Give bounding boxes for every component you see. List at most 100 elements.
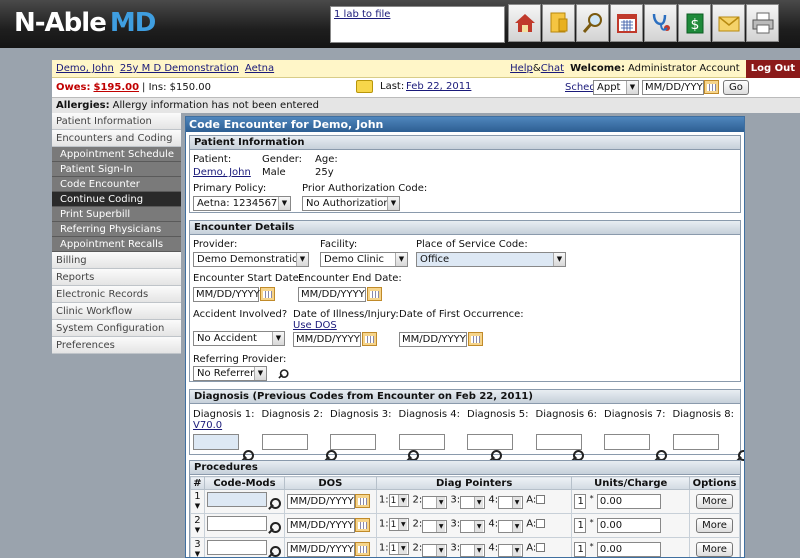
pointer-4-select[interactable]: ▼	[498, 544, 524, 557]
first-occurrence-input[interactable]: MM/DD/YYYY	[399, 332, 467, 347]
calendar-icon[interactable]	[354, 494, 370, 508]
search-icon[interactable]	[576, 4, 609, 42]
diag1-code-link[interactable]: V70.0	[193, 420, 222, 431]
provider-select[interactable]: Demo Demonstration ▼	[193, 252, 309, 267]
sched-date-input[interactable]: MM/DD/YYY	[642, 80, 704, 95]
document-icon[interactable]	[542, 4, 575, 42]
diagnosis-7-input[interactable]	[604, 434, 650, 450]
facility-select[interactable]: Demo Clinic ▼	[320, 252, 408, 267]
help-link[interactable]: Help	[510, 63, 533, 74]
calendar-icon[interactable]	[362, 332, 377, 346]
sidebar-item-print-superbill[interactable]: Print Superbill	[52, 207, 181, 222]
primary-policy-select[interactable]: Aetna: 1234567 ▼	[193, 196, 291, 211]
pointer-3-select[interactable]: ▼	[460, 520, 486, 533]
calendar-icon[interactable]	[704, 80, 719, 94]
calendar-icon[interactable]	[260, 287, 275, 301]
home-icon[interactable]	[508, 4, 541, 42]
start-date-input[interactable]: MM/DD/YYYY	[193, 287, 260, 302]
search-icon[interactable]	[267, 497, 281, 511]
sidebar-item-appointment-recalls[interactable]: Appointment Recalls	[52, 237, 181, 252]
sidebar-item-reports[interactable]: Reports	[52, 269, 181, 286]
app-logo[interactable]: N-Able MD	[14, 8, 156, 38]
code-input[interactable]	[206, 540, 267, 555]
print-icon[interactable]	[746, 4, 779, 42]
accident-select[interactable]: No Accident ▼	[193, 331, 285, 346]
sidebar-item-appointment-schedule[interactable]: Appointment Schedule	[52, 147, 181, 162]
code-input[interactable]	[206, 516, 267, 531]
end-date-input[interactable]: MM/DD/YYYY	[298, 287, 366, 302]
pos-select[interactable]: Office ▼	[416, 252, 566, 267]
search-icon[interactable]	[267, 545, 281, 557]
stethoscope-icon[interactable]	[644, 4, 677, 42]
diagnosis-5-input[interactable]	[467, 434, 513, 450]
pointer-a-checkbox[interactable]	[536, 543, 546, 552]
mail-icon[interactable]	[712, 4, 745, 42]
pointer-1-select[interactable]: 1 ▼	[388, 518, 410, 531]
pointer-2-select[interactable]: ▼	[422, 520, 448, 533]
diagnosis-6-input[interactable]	[535, 434, 582, 450]
pointer-1-select[interactable]: 1 ▼	[388, 494, 410, 507]
diagnosis-8-input[interactable]	[672, 434, 719, 450]
dos-input[interactable]: MM/DD/YYYY	[286, 494, 355, 509]
search-icon[interactable]	[267, 521, 281, 535]
lab-notice-link[interactable]: 1 lab to file	[334, 9, 390, 20]
move-down-icon[interactable]: ▼	[195, 502, 200, 510]
logout-button[interactable]: Log Out	[745, 59, 800, 78]
billing-dollar-icon[interactable]: $	[678, 4, 711, 42]
sidebar-item-continue-coding[interactable]: Continue Coding	[52, 192, 181, 207]
units-input[interactable]: 1	[574, 542, 587, 557]
sched-link[interactable]: Sched	[565, 82, 596, 93]
units-input[interactable]: 1	[574, 494, 587, 509]
note-icon[interactable]	[356, 80, 373, 93]
pointer-a-checkbox[interactable]	[536, 495, 546, 504]
charge-input[interactable]: 0.00	[596, 542, 661, 557]
patient-value-link[interactable]: Demo, John	[193, 167, 251, 178]
charge-input[interactable]: 0.00	[596, 494, 661, 509]
dos-input[interactable]: MM/DD/YYYY	[286, 518, 355, 533]
more-button[interactable]: More	[696, 542, 733, 557]
pointer-3-select[interactable]: ▼	[460, 496, 486, 509]
sidebar-item-preferences[interactable]: Preferences	[52, 337, 181, 354]
chat-link[interactable]: Chat	[541, 63, 564, 74]
move-down-icon[interactable]: ▼	[195, 526, 200, 534]
go-button[interactable]: Go	[723, 80, 749, 95]
sidebar-item-code-encounter[interactable]: Code Encounter	[52, 177, 181, 192]
more-button[interactable]: More	[696, 518, 733, 533]
move-down-icon[interactable]: ▼	[195, 550, 200, 557]
sidebar-item-electronic-records[interactable]: Electronic Records	[52, 286, 181, 303]
dos-input[interactable]: MM/DD/YYYY	[286, 542, 355, 557]
calendar-icon[interactable]	[354, 518, 370, 532]
pointer-4-select[interactable]: ▼	[498, 520, 524, 533]
calendar-icon[interactable]	[468, 332, 483, 346]
patient-desc-link[interactable]: 25y M D Demonstration	[120, 63, 239, 74]
search-icon[interactable]	[277, 368, 289, 379]
code-input[interactable]	[206, 492, 267, 507]
diagnosis-2-input[interactable]	[261, 434, 308, 450]
last-visit-link[interactable]: Feb 22, 2011	[406, 81, 471, 92]
calendar-icon[interactable]	[354, 542, 370, 556]
diagnosis-3-input[interactable]	[330, 434, 376, 450]
sidebar-item-clinic-workflow[interactable]: Clinic Workflow	[52, 303, 181, 320]
more-button[interactable]: More	[696, 494, 733, 509]
pointer-4-select[interactable]: ▼	[498, 496, 524, 509]
pointer-2-select[interactable]: ▼	[422, 496, 448, 509]
use-dos-link[interactable]: Use DOS	[293, 320, 337, 331]
insurer-link[interactable]: Aetna	[245, 63, 274, 74]
charge-input[interactable]: 0.00	[596, 518, 661, 533]
prior-auth-select[interactable]: No Authorization ▼	[302, 196, 400, 211]
illness-date-input[interactable]: MM/DD/YYYY	[293, 332, 361, 347]
sidebar-item-referring-physicians[interactable]: Referring Physicians	[52, 222, 181, 237]
diagnosis-4-input[interactable]	[398, 434, 445, 450]
sidebar-item-encounters-and-coding[interactable]: Encounters and Coding	[52, 130, 181, 147]
pointer-1-select[interactable]: 1 ▼	[388, 542, 410, 555]
sidebar-item-patient-information[interactable]: Patient Information	[52, 113, 181, 130]
calendar-icon[interactable]	[610, 4, 643, 42]
sched-type-select[interactable]: Appt ▼	[593, 80, 639, 95]
sidebar-item-billing[interactable]: Billing	[52, 252, 181, 269]
owes-amount-link[interactable]: $195.00	[93, 82, 139, 93]
calendar-icon[interactable]	[367, 287, 382, 301]
sidebar-item-patient-sign-in[interactable]: Patient Sign-In	[52, 162, 181, 177]
pointer-3-select[interactable]: ▼	[460, 544, 486, 557]
pointer-2-select[interactable]: ▼	[422, 544, 448, 557]
referring-select[interactable]: No Referrer ▼	[193, 366, 267, 381]
